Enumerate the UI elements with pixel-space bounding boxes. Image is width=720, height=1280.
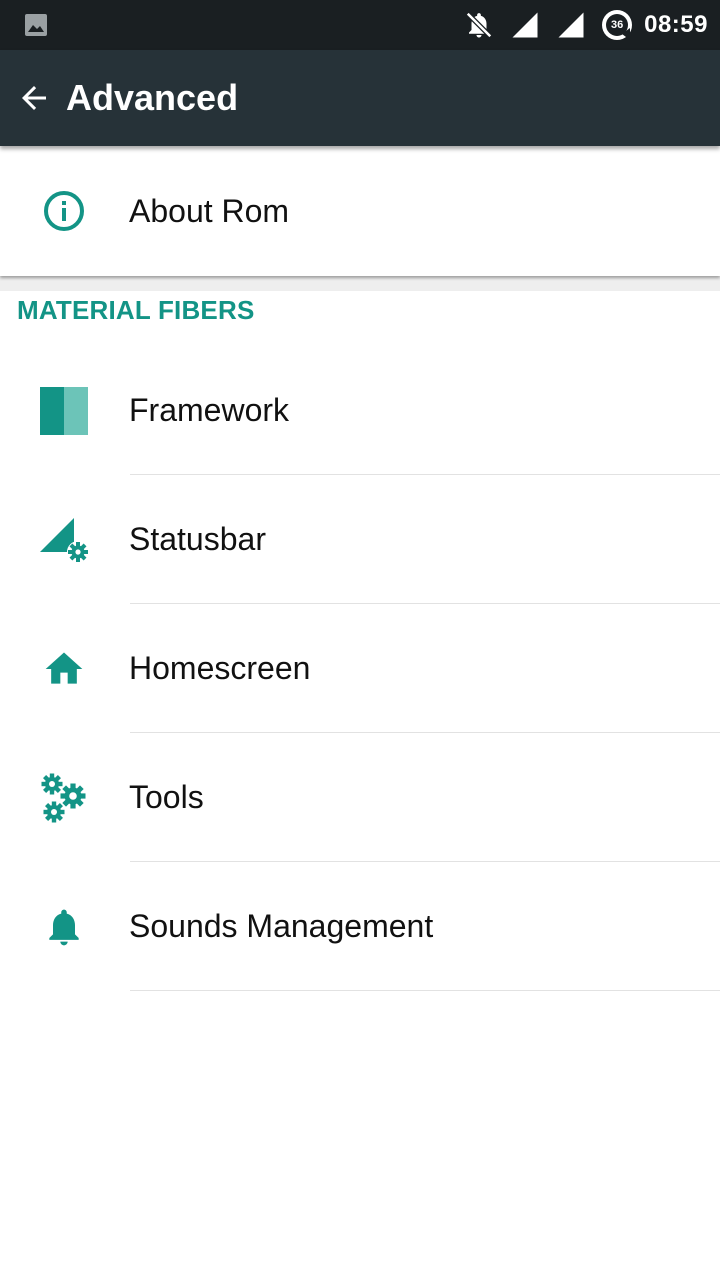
homescreen-label: Homescreen (129, 650, 311, 686)
statusbar-label: Statusbar (129, 521, 266, 557)
about-rom-item[interactable]: About Rom (0, 146, 720, 276)
page-title: Advanced (66, 77, 239, 118)
back-button[interactable] (2, 66, 66, 130)
clock: 08:59 (644, 11, 708, 38)
signal-icon (508, 8, 542, 42)
image-icon (24, 13, 48, 37)
arrow-back-icon (16, 80, 52, 116)
section-header: MATERIAL FIBERS (17, 295, 255, 325)
signal-icon (554, 8, 588, 42)
sounds-management-label: Sounds Management (129, 908, 434, 944)
sounds-management-item[interactable]: Sounds Management (0, 862, 720, 991)
framework-label: Framework (129, 392, 290, 428)
tools-label: Tools (129, 779, 204, 815)
section-gap (0, 276, 720, 291)
tools-item[interactable]: Tools (0, 733, 720, 862)
about-rom-card: About Rom (0, 146, 720, 276)
homescreen-item[interactable]: Homescreen (0, 604, 720, 733)
data-indicator-icon: 36 (600, 8, 634, 42)
status-bar: 36 08:59 (0, 0, 720, 50)
home-icon (38, 643, 90, 695)
statusbar-settings-icon (38, 514, 90, 566)
gears-icon (38, 772, 90, 824)
framework-icon (38, 385, 90, 437)
network-badge: 36 (610, 19, 624, 31)
info-icon (38, 185, 90, 237)
notifications-off-icon (462, 8, 496, 42)
app-bar: Advanced (0, 50, 720, 146)
framework-item[interactable]: Framework (0, 346, 720, 475)
bell-icon (38, 901, 90, 953)
divider (130, 990, 720, 991)
about-rom-label: About Rom (129, 192, 290, 229)
statusbar-item[interactable]: Statusbar (0, 475, 720, 604)
